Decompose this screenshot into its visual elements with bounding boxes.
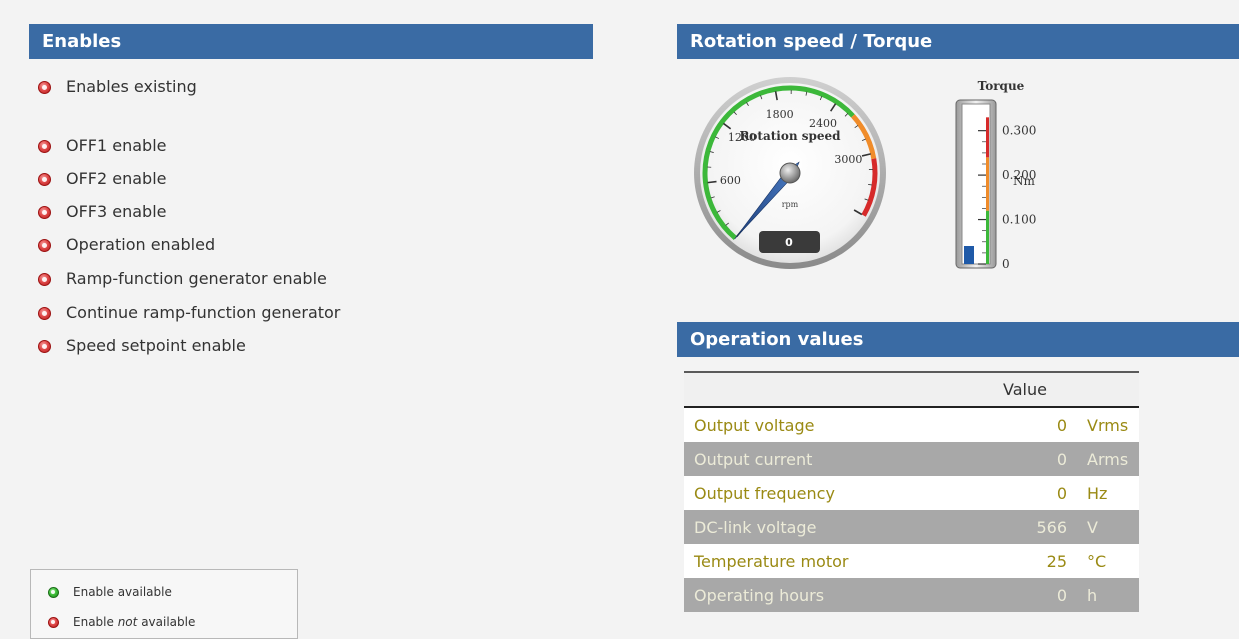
row-value: 25 [997,544,1073,578]
enable-item-ramp-generator: Ramp-function generator enable [38,267,327,291]
row-unit: Arms [1073,442,1139,476]
enable-item-label: Continue ramp-function generator [66,301,340,325]
speed-tick-label: 1800 [766,108,794,121]
status-led-icon [38,81,51,94]
enable-item-label: Ramp-function generator enable [66,267,327,291]
legend-label-not-available: Enable not available [73,615,195,629]
enable-item-label: OFF1 enable [66,134,167,158]
row-unit: Hz [1073,476,1139,510]
status-led-icon [38,140,51,153]
torque-tick-label: 0 [1002,257,1010,271]
legend-item-not-available: Enable not available [48,615,195,629]
torque-zone-critical [986,117,989,157]
green-status-led-icon [48,587,59,598]
table-row: Output frequency 0 Hz [684,476,1139,510]
table-row: Operating hours 0 h [684,578,1139,612]
row-value: 566 [997,510,1073,544]
table-row: DC-link voltage 566 V [684,510,1139,544]
enable-item-label: Speed setpoint enable [66,334,246,358]
speed-tick-label: 2400 [809,117,837,130]
row-unit: °C [1073,544,1139,578]
row-value: 0 [997,578,1073,612]
torque-tick-label: 0.100 [1002,213,1036,227]
enable-item-continue-ramp: Continue ramp-function generator [38,301,340,325]
speed-gauge-unit: rpm [782,200,799,209]
torque-gauge-unit: Nm [1013,174,1036,188]
speed-major-tick [708,182,717,183]
torque-gauge: Torque 00.1000.2000.300 Nm [940,74,1060,278]
row-label: Operating hours [684,578,997,612]
table-row: Output current 0 Arms [684,442,1139,476]
speed-gauge-hub [780,163,800,183]
torque-gauge-value-bar [964,246,974,264]
speed-gauge: Rotation speed rpm 6001200180024003000 0 [692,75,888,275]
status-led-icon [38,173,51,186]
table-row: Temperature motor 25 °C [684,544,1139,578]
row-value: 0 [997,442,1073,476]
enable-item-label: Enables existing [66,75,197,99]
enable-item-label: Operation enabled [66,233,215,257]
table-header-row: Value [684,372,1139,407]
torque-gauge-tick-labels: 00.1000.2000.300 [1002,124,1036,271]
enables-header: Enables [29,24,593,59]
enable-item-label: OFF2 enable [66,167,167,191]
table-header-label [684,372,997,407]
enable-item-off2: OFF2 enable [38,167,167,191]
table-row: Output voltage 0 Vrms [684,407,1139,442]
row-label: DC-link voltage [684,510,997,544]
status-led-icon [38,340,51,353]
row-label: Temperature motor [684,544,997,578]
rotation-header: Rotation speed / Torque [677,24,1239,59]
enable-item-off1: OFF1 enable [38,134,167,158]
row-unit: Vrms [1073,407,1139,442]
enable-item-speed-setpoint: Speed setpoint enable [38,334,246,358]
legend-item-available: Enable available [48,585,172,599]
table-header-value: Value [997,372,1139,407]
row-value: 0 [997,476,1073,510]
red-status-led-icon [48,617,59,628]
legend-label-available: Enable available [73,585,172,599]
speed-tick-label: 1200 [728,131,756,144]
enable-item-operation-enabled: Operation enabled [38,233,215,257]
torque-tick-label: 0.300 [1002,124,1036,138]
operation-values-header: Operation values [677,322,1239,357]
speed-tick-label: 600 [720,174,741,187]
enable-item-off3: OFF3 enable [38,200,167,224]
row-unit: h [1073,578,1139,612]
row-unit: V [1073,510,1139,544]
row-label: Output voltage [684,407,997,442]
status-led-icon [38,206,51,219]
enable-item-enables-existing: Enables existing [38,75,197,99]
speed-tick-label: 3000 [834,153,862,166]
row-label: Output current [684,442,997,476]
row-value: 0 [997,407,1073,442]
torque-zone-warning [986,157,989,210]
speed-gauge-readout: 0 [785,236,793,249]
row-label: Output frequency [684,476,997,510]
enable-item-label: OFF3 enable [66,200,167,224]
status-led-icon [38,273,51,286]
torque-zone-normal [986,211,989,264]
status-led-icon [38,239,51,252]
status-led-icon [38,307,51,320]
status-legend: Enable available Enable not available [30,569,298,639]
torque-gauge-title: Torque [978,79,1025,93]
operation-values-table: Value Output voltage 0 Vrms Output curre… [684,371,1139,612]
